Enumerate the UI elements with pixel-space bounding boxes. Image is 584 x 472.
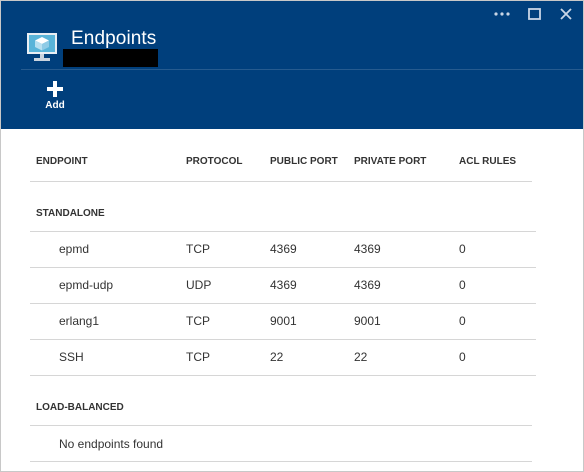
cell-public-port: 4369 xyxy=(270,278,297,292)
table-row[interactable]: erlang1 TCP 9001 9001 0 xyxy=(1,303,583,339)
column-header-protocol[interactable]: PROTOCOL xyxy=(186,156,242,167)
plus-icon xyxy=(47,81,63,97)
group-label-load-balanced: LOAD-BALANCED xyxy=(36,402,124,413)
table-row[interactable]: SSH TCP 22 22 0 xyxy=(1,339,583,375)
row-divider xyxy=(30,461,532,462)
more-options-button[interactable] xyxy=(493,5,511,23)
cell-private-port: 22 xyxy=(354,350,368,364)
close-button[interactable] xyxy=(557,5,575,23)
cell-protocol: UDP xyxy=(186,278,212,292)
row-divider xyxy=(30,375,536,376)
add-label: Add xyxy=(45,100,65,111)
add-button[interactable]: Add xyxy=(37,81,73,115)
cell-protocol: TCP xyxy=(186,350,210,364)
cell-endpoint: SSH xyxy=(59,350,84,364)
table-row[interactable]: epmd-udp UDP 4369 4369 0 xyxy=(1,267,583,303)
blade-header: Endpoints Add xyxy=(1,1,583,129)
cell-public-port: 4369 xyxy=(270,242,297,256)
column-header-public-port[interactable]: PUBLIC PORT xyxy=(270,156,338,167)
group-label-standalone: STANDALONE xyxy=(36,208,105,219)
cell-private-port: 4369 xyxy=(354,278,381,292)
column-header-acl-rules[interactable]: ACL RULES xyxy=(459,156,516,167)
endpoints-blade: Endpoints Add ENDPOINT PROTOCOL PUBLIC P… xyxy=(0,0,584,472)
column-header-private-port[interactable]: PRIVATE PORT xyxy=(354,156,426,167)
column-header-endpoint[interactable]: ENDPOINT xyxy=(36,156,88,167)
cell-private-port: 9001 xyxy=(354,314,381,328)
table-row[interactable]: epmd TCP 4369 4369 0 xyxy=(1,231,583,267)
blade-title: Endpoints xyxy=(71,28,157,49)
redacted-subtitle xyxy=(63,49,158,67)
cell-endpoint: erlang1 xyxy=(59,314,100,328)
cell-protocol: TCP xyxy=(186,314,210,328)
empty-state-text: No endpoints found xyxy=(59,437,164,451)
header-divider xyxy=(21,69,583,70)
cell-protocol: TCP xyxy=(186,242,210,256)
cell-acl-rules: 0 xyxy=(459,242,466,256)
cell-public-port: 22 xyxy=(270,350,284,364)
close-icon xyxy=(560,8,572,20)
cell-endpoint: epmd-udp xyxy=(59,278,114,292)
virtual-machine-icon xyxy=(26,31,58,63)
ellipsis-icon xyxy=(494,12,510,16)
cell-public-port: 9001 xyxy=(270,314,297,328)
maximize-icon xyxy=(527,8,541,20)
cell-acl-rules: 0 xyxy=(459,278,466,292)
row-divider xyxy=(30,425,532,426)
cell-private-port: 4369 xyxy=(354,242,381,256)
header-divider-line xyxy=(30,181,532,182)
cell-acl-rules: 0 xyxy=(459,314,466,328)
cell-acl-rules: 0 xyxy=(459,350,466,364)
cell-endpoint: epmd xyxy=(59,242,90,256)
window-controls xyxy=(493,5,575,23)
maximize-button[interactable] xyxy=(525,5,543,23)
